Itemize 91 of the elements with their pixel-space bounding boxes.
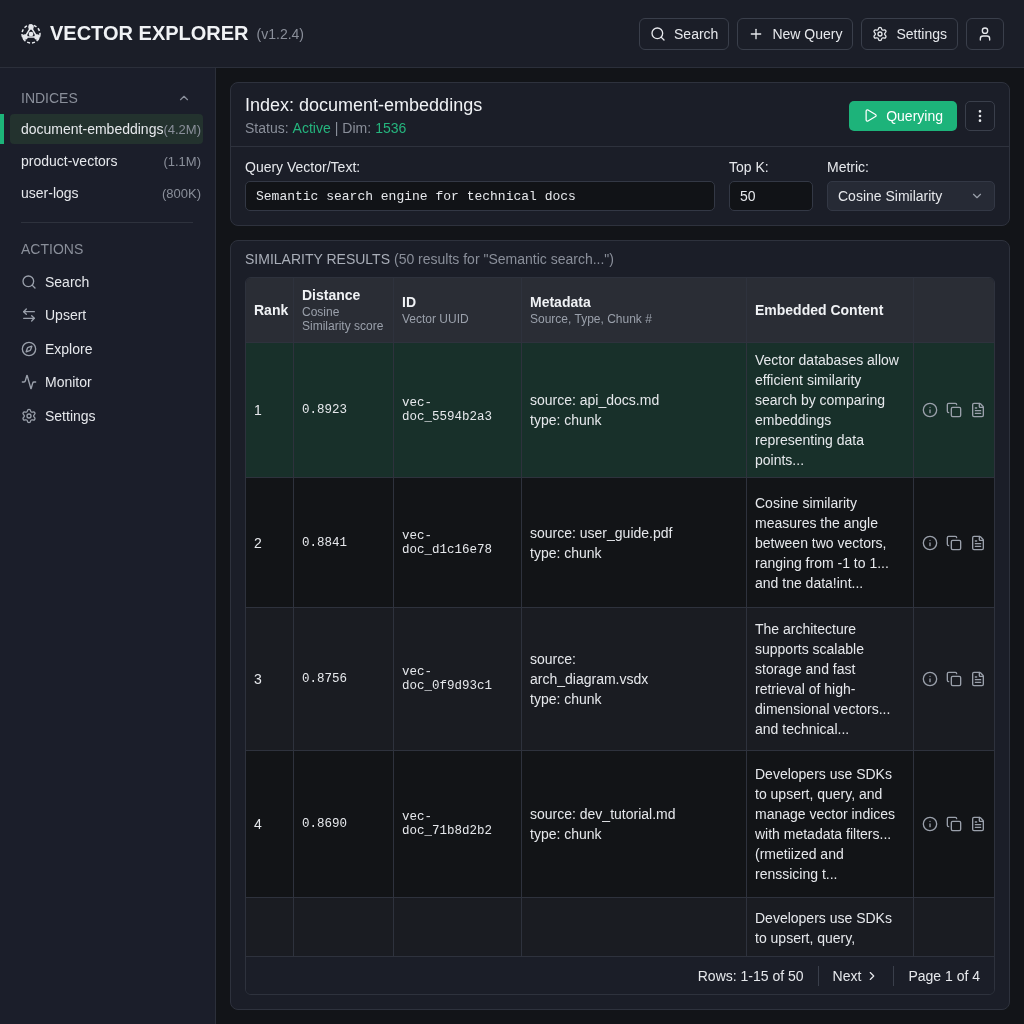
result-row[interactable]: 3 0.8756 vec-doc_0f9d93c1 source: arch_diagram.vsdx type: chunk The architecture supports scalable storage and fast retrieval of high-dimensional vectors... and technical... xyxy=(246,608,994,751)
arrows-icon xyxy=(21,307,37,324)
gear-icon xyxy=(872,25,889,42)
column-subtitle: Source, Type, Chunk # xyxy=(530,312,653,326)
settings-button[interactable]: Settings xyxy=(861,17,958,50)
metadata-text: source: api_docs.md type: chunk xyxy=(530,391,661,430)
column-subtitle: Vector UUID xyxy=(402,312,470,326)
action-item[interactable]: Search xyxy=(0,265,203,299)
pulse-icon xyxy=(21,374,37,391)
column-subtitle: Cosine Similarity score xyxy=(302,305,385,333)
column-title: Distance xyxy=(302,287,362,303)
index-title: Index: document-embeddings xyxy=(245,95,483,116)
metadata-text: source: arch_diagram.vsdx type: chunk xyxy=(530,650,650,709)
search-icon xyxy=(650,25,666,42)
vector-id: vec-doc_71b8d2b2 xyxy=(402,810,493,838)
info-icon[interactable] xyxy=(922,402,938,418)
search-icon xyxy=(21,273,37,290)
document-icon[interactable] xyxy=(970,534,986,551)
gear-icon xyxy=(21,407,37,424)
copy-icon[interactable] xyxy=(946,402,962,418)
compass-icon xyxy=(21,340,37,357)
query-field[interactable]: Semantic search engine for technical docs xyxy=(245,181,715,211)
info-icon[interactable] xyxy=(922,671,938,687)
result-row[interactable]: 1 0.8923 vec-doc_5594b2a3 source: api_docs.md type: chunk Vector databases allow efficient similarity search by comparing embeddings representing data points... xyxy=(246,343,994,478)
search-button[interactable]: Search xyxy=(639,17,730,50)
section-title: ACTIONS xyxy=(21,241,84,257)
field-label: Metric: xyxy=(827,159,870,175)
rank-cell-text: 3 xyxy=(254,670,263,689)
distance-cell-text: 0.8690 xyxy=(302,817,348,831)
rank-cell-text: 4 xyxy=(254,815,263,834)
index-name: document-embeddings xyxy=(21,121,164,137)
result-row[interactable]: Developers use SDKs to upsert, query, xyxy=(246,898,994,956)
distance-cell-text: 0.8756 xyxy=(302,672,348,686)
column-title: Embedded Content xyxy=(755,302,885,318)
status-label: Status: xyxy=(245,120,289,136)
results-title: SIMILARITY RESULTS xyxy=(245,251,390,267)
result-row[interactable]: 4 0.8690 vec-doc_71b8d2b2 source: dev_tutorial.md type: chunk Developers use SDKs to upsert, query, and manage vector indices with metadata filters... (rmetiized and renssicing t... xyxy=(246,751,994,898)
vector-id: vec-doc_d1c16e78 xyxy=(402,528,493,557)
document-icon[interactable] xyxy=(970,671,986,687)
user-button[interactable] xyxy=(966,17,1004,50)
copy-icon[interactable] xyxy=(946,534,962,551)
distance-cell-text: 0.8841 xyxy=(302,535,348,550)
vector-id: vec-doc_5594b2a3 xyxy=(402,396,493,424)
metadata-text: source: dev_tutorial.md type: chunk xyxy=(530,805,677,844)
index-count: (1.1M) xyxy=(163,153,201,169)
metadata-text: source: user_guide.pdf type: chunk xyxy=(530,523,674,563)
index-name: user-logs xyxy=(21,185,79,201)
metric-select[interactable]: Cosine Similarity xyxy=(827,181,995,211)
status-value: Active xyxy=(292,120,331,136)
top-k-field[interactable]: 50 xyxy=(729,181,813,211)
copy-icon[interactable] xyxy=(946,816,962,832)
field-label: Query Vector/Text: xyxy=(245,159,362,175)
user-icon xyxy=(977,25,993,42)
content-text: Vector databases allow efficient similarity search by comparing embeddings representing data points... xyxy=(755,351,900,470)
field-label: Top K: xyxy=(729,159,770,175)
content-text: Developers use SDKs to upsert, query, xyxy=(755,909,893,948)
info-icon[interactable] xyxy=(922,816,938,832)
action-item[interactable]: Explore xyxy=(0,332,203,366)
rows-count: Rows: 1-15 of 50 xyxy=(697,967,804,984)
column-title: Metadata xyxy=(530,294,592,310)
distance-cell-text: 0.8923 xyxy=(302,403,348,417)
content-text: The architecture supports scalable storage and fast retrieval of high-dimensional vectors... and technical... xyxy=(755,620,892,739)
copy-icon[interactable] xyxy=(946,671,962,687)
info-icon[interactable] xyxy=(922,534,938,551)
results-summary: (50 results for "Semantic search...") xyxy=(393,251,614,267)
separator: | xyxy=(334,120,339,136)
action-item[interactable]: Monitor xyxy=(0,365,203,399)
document-icon[interactable] xyxy=(970,816,986,832)
vector-id: vec-doc_0f9d93c1 xyxy=(402,665,493,693)
document-icon[interactable] xyxy=(970,402,986,418)
play-icon xyxy=(863,108,879,123)
network-logo-icon xyxy=(20,22,42,45)
rank-cell-text: 2 xyxy=(254,533,263,553)
next-link[interactable]: Next xyxy=(832,967,880,984)
section-title: INDICES xyxy=(21,90,78,106)
new-button[interactable]: New Query xyxy=(737,17,854,50)
result-row[interactable]: 2 0.8841 vec-doc_d1c16e78 source: user_guide.pdf type: chunk Cosine similarity measures the angle between two vectors, ranging from -1 to 1... and tne data!int... xyxy=(246,478,994,608)
content-text: Cosine similarity measures the angle between two vectors, ranging from -1 to 1... and tne data!int... xyxy=(755,493,890,593)
dim-value: 1536 xyxy=(375,120,407,136)
column-title: ID xyxy=(402,294,417,310)
app-version: (v1.2.4) xyxy=(256,25,305,42)
index-name: product-vectors xyxy=(21,153,118,169)
content-text: Developers use SDKs to upsert, query, and manage vector indices with metadata filters... (rmetiized and renssicing t... xyxy=(755,765,897,884)
app-title: VECTOR EXPLORER xyxy=(50,22,249,45)
action-item[interactable]: Settings xyxy=(0,399,203,433)
dim-label: Dim: xyxy=(342,120,372,136)
action-item[interactable]: Upsert xyxy=(0,298,203,332)
rank-cell-text: 1 xyxy=(254,401,263,420)
index-count: (800K) xyxy=(161,185,201,201)
page-indicator: Page 1 of 4 xyxy=(908,967,980,984)
index-count: (4.2M) xyxy=(163,121,201,137)
